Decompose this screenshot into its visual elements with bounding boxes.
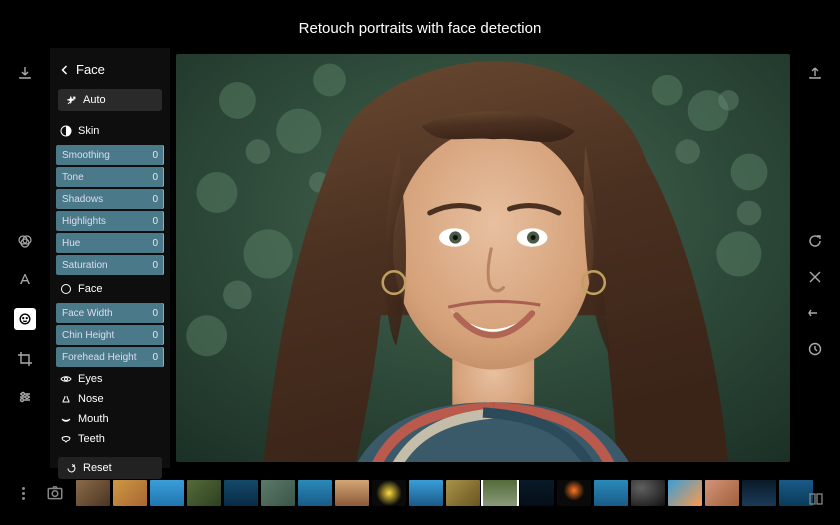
thumbnail[interactable] — [76, 480, 110, 506]
filmstrip — [0, 467, 840, 519]
eyes-label: Eyes — [78, 373, 102, 385]
eye-icon — [60, 373, 72, 385]
download-icon[interactable] — [14, 62, 36, 84]
thumbnail[interactable] — [668, 480, 702, 506]
thumbnail[interactable] — [298, 480, 332, 506]
text-icon[interactable] — [16, 270, 34, 288]
compare-icon[interactable] — [806, 489, 826, 509]
thumbnail[interactable] — [261, 480, 295, 506]
slider-shadows[interactable]: Shadows 0 — [56, 189, 164, 209]
upload-icon[interactable] — [804, 62, 826, 84]
thumbnail[interactable] — [594, 480, 628, 506]
photo-preview — [176, 54, 790, 462]
contrast-icon — [60, 125, 72, 137]
slider-value: 0 — [152, 352, 158, 363]
thumbnail[interactable] — [224, 480, 258, 506]
slider-label: Saturation — [62, 260, 108, 271]
slider-tone[interactable]: Tone 0 — [56, 167, 164, 187]
face-label: Face — [78, 283, 102, 295]
mouth-icon — [60, 413, 72, 425]
retouch-panel: Face Auto Skin Smoothing0Tone0Shadows0Hi… — [50, 48, 170, 468]
slider-face-width[interactable]: Face Width 0 — [56, 303, 164, 323]
slider-value: 0 — [152, 172, 158, 183]
face-section[interactable]: Face — [50, 277, 170, 301]
thumbnail[interactable] — [483, 480, 517, 506]
mouth-section[interactable]: Mouth — [50, 409, 170, 429]
back-button[interactable]: Face — [50, 54, 170, 87]
thumbnail[interactable] — [446, 480, 480, 506]
adjust-icon[interactable] — [16, 388, 34, 406]
slider-saturation[interactable]: Saturation 0 — [56, 255, 164, 275]
teeth-label: Teeth — [78, 433, 105, 445]
slider-value: 0 — [152, 308, 158, 319]
nose-label: Nose — [78, 393, 104, 405]
slider-value: 0 — [152, 260, 158, 271]
slider-label: Smoothing — [62, 150, 110, 161]
slider-highlights[interactable]: Highlights 0 — [56, 211, 164, 231]
slider-value: 0 — [152, 238, 158, 249]
more-icon[interactable] — [14, 484, 32, 502]
slider-value: 0 — [152, 194, 158, 205]
panel-title: Face — [76, 62, 105, 77]
slider-label: Forehead Height — [62, 352, 137, 363]
history-icon[interactable] — [806, 340, 824, 358]
slider-label: Chin Height — [62, 330, 114, 341]
slider-value: 0 — [152, 150, 158, 161]
thumbnail[interactable] — [631, 480, 665, 506]
thumbnail[interactable] — [150, 480, 184, 506]
slider-label: Highlights — [62, 216, 106, 227]
thumbnail[interactable] — [557, 480, 591, 506]
nose-section[interactable]: Nose — [50, 389, 170, 409]
slider-label: Hue — [62, 238, 80, 249]
skin-section[interactable]: Skin — [50, 119, 170, 143]
mouth-label: Mouth — [78, 413, 109, 425]
thumbnail[interactable] — [187, 480, 221, 506]
nose-icon — [60, 393, 72, 405]
slider-smoothing[interactable]: Smoothing 0 — [56, 145, 164, 165]
canvas[interactable] — [176, 54, 790, 462]
slider-label: Shadows — [62, 194, 103, 205]
rotate-icon[interactable] — [806, 232, 824, 250]
thumbnail[interactable] — [409, 480, 443, 506]
thumbnail[interactable] — [372, 480, 406, 506]
auto-label: Auto — [83, 94, 106, 106]
eyes-section[interactable]: Eyes — [50, 369, 170, 389]
thumbnail[interactable] — [113, 480, 147, 506]
slider-label: Tone — [62, 172, 84, 183]
teeth-icon — [60, 433, 72, 445]
camera-icon[interactable] — [44, 482, 66, 504]
teeth-section[interactable]: Teeth — [50, 429, 170, 449]
slider-value: 0 — [152, 216, 158, 227]
filter-icon[interactable] — [16, 232, 34, 250]
page-title: Retouch portraits with face detection — [0, 20, 840, 37]
thumbnail[interactable] — [705, 480, 739, 506]
undo-icon[interactable] — [806, 304, 824, 322]
skin-label: Skin — [78, 125, 99, 137]
slider-label: Face Width — [62, 308, 113, 319]
slider-hue[interactable]: Hue 0 — [56, 233, 164, 253]
thumbnail[interactable] — [520, 480, 554, 506]
face-icon — [60, 283, 72, 295]
auto-button[interactable]: Auto — [58, 89, 162, 111]
thumbnail[interactable] — [742, 480, 776, 506]
thumbnail[interactable] — [335, 480, 369, 506]
slider-value: 0 — [152, 330, 158, 341]
crop-icon[interactable] — [16, 350, 34, 368]
effects-icon[interactable] — [806, 268, 824, 286]
slider-forehead-height[interactable]: Forehead Height 0 — [56, 347, 164, 367]
slider-chin-height[interactable]: Chin Height 0 — [56, 325, 164, 345]
face-retouch-icon[interactable] — [14, 308, 36, 330]
